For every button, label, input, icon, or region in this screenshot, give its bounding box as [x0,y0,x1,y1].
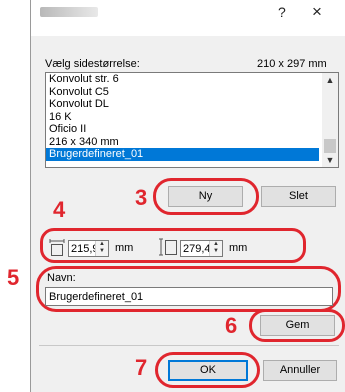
current-paper-size: 210 x 297 mm [257,58,327,70]
close-button[interactable]: × [312,2,322,22]
cancel-button[interactable]: Annuller [263,360,337,381]
ok-button[interactable]: OK [168,360,248,381]
list-item[interactable]: 16 K [46,111,319,124]
width-spinbox[interactable]: ▲ ▼ [68,240,109,257]
height-dimension-icon [159,238,177,256]
name-field-label: Navn: [47,272,76,284]
height-input[interactable] [181,241,209,256]
delete-button[interactable]: Slet [261,186,336,207]
step-7-marker: 7 [135,355,148,380]
name-input[interactable] [46,288,335,305]
paper-size-list[interactable]: Konvolut str. 6 Konvolut C5 Konvolut DL 16 … [45,72,339,168]
height-unit: mm [229,242,248,254]
list-item[interactable]: Konvolut str. 6 [46,73,319,86]
width-input[interactable] [69,241,97,256]
paper-size-label: Vælg sidestørrelse: [45,58,140,70]
height-spin-arrows[interactable]: ▲ ▼ [209,241,222,256]
new-button[interactable]: Ny [168,186,243,207]
list-item[interactable]: Konvolut C5 [46,86,319,99]
height-spinbox[interactable]: ▲ ▼ [180,240,223,257]
save-button[interactable]: Gem [260,315,335,336]
scroll-up-arrow-icon[interactable]: ▲ [322,75,338,85]
title-bar: ? × [31,0,345,36]
width-spin-arrows[interactable]: ▲ ▼ [95,241,108,256]
list-item[interactable]: Konvolut DL [46,98,319,111]
scroll-thumb[interactable] [324,139,336,153]
list-item[interactable]: Brugerdefineret_01 [46,148,319,161]
decrement-icon[interactable]: ▼ [210,248,222,255]
step-4-marker: 4 [53,197,66,222]
decrement-icon[interactable]: ▼ [96,248,108,255]
list-item[interactable]: 216 x 340 mm [46,136,319,149]
separator [39,345,339,346]
name-field[interactable] [45,287,335,306]
help-button[interactable]: ? [278,4,286,20]
width-unit: mm [115,242,134,254]
step-5-marker: 5 [7,265,20,290]
increment-icon[interactable]: ▲ [96,241,108,248]
step-3-marker: 3 [135,185,148,210]
width-dimension-icon [49,239,65,256]
step-6-marker: 6 [225,313,238,338]
blurred-window-title [40,7,98,17]
custom-paper-size-dialog: ? × Vælg sidestørrelse: 210 x 297 mm Kon… [7,0,345,392]
list-scrollbar[interactable]: ▲ ▼ [322,73,338,167]
list-item[interactable]: Oficio II [46,123,319,136]
scroll-down-arrow-icon[interactable]: ▼ [322,155,338,165]
increment-icon[interactable]: ▲ [210,241,222,248]
